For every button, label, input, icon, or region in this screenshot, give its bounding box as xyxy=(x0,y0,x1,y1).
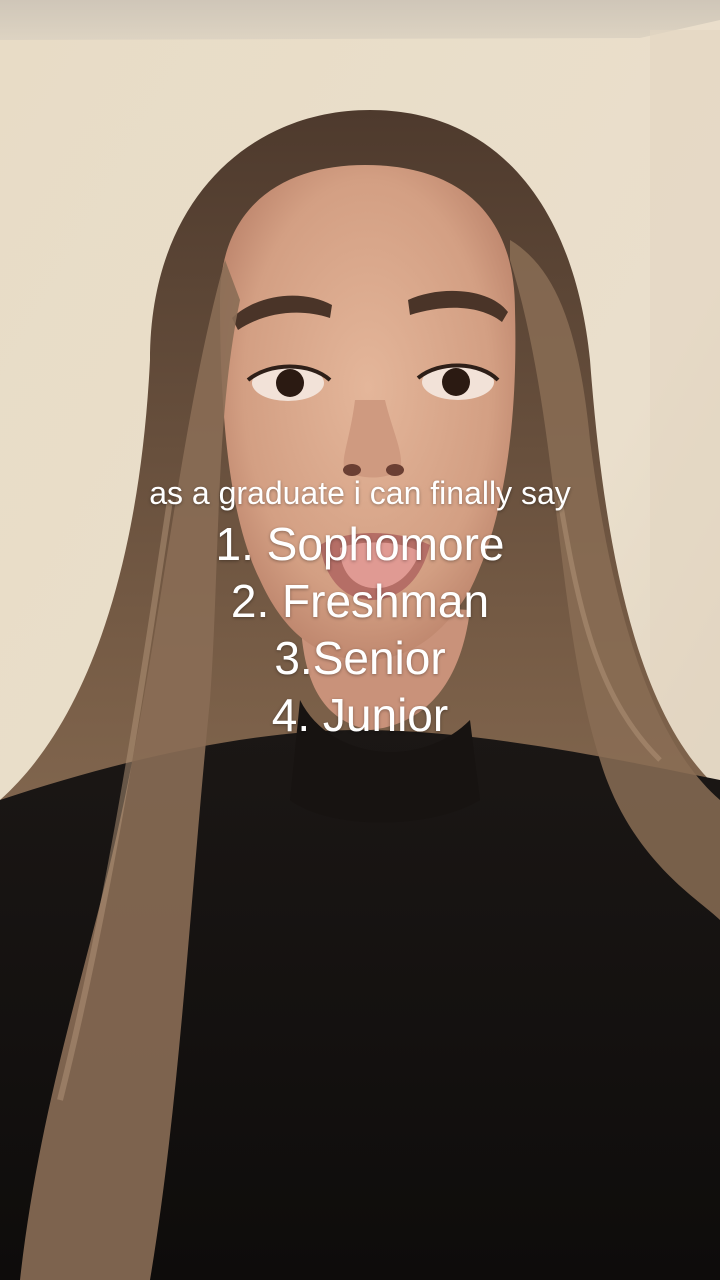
ranking-item: 2. Freshman xyxy=(230,575,490,627)
ranking-item: 3.Senior xyxy=(274,632,446,684)
video-frame[interactable]: as a graduate i can finally say 1. Sopho… xyxy=(0,0,720,1280)
text-overlay: as a graduate i can finally say 1. Sopho… xyxy=(60,470,660,744)
ranking-list: 1. Sophomore 2. Freshman 3.Senior 4. Jun… xyxy=(60,516,660,744)
caption-intro: as a graduate i can finally say xyxy=(149,475,571,511)
ranking-item: 1. Sophomore xyxy=(215,518,505,570)
ranking-item: 4. Junior xyxy=(271,689,449,741)
